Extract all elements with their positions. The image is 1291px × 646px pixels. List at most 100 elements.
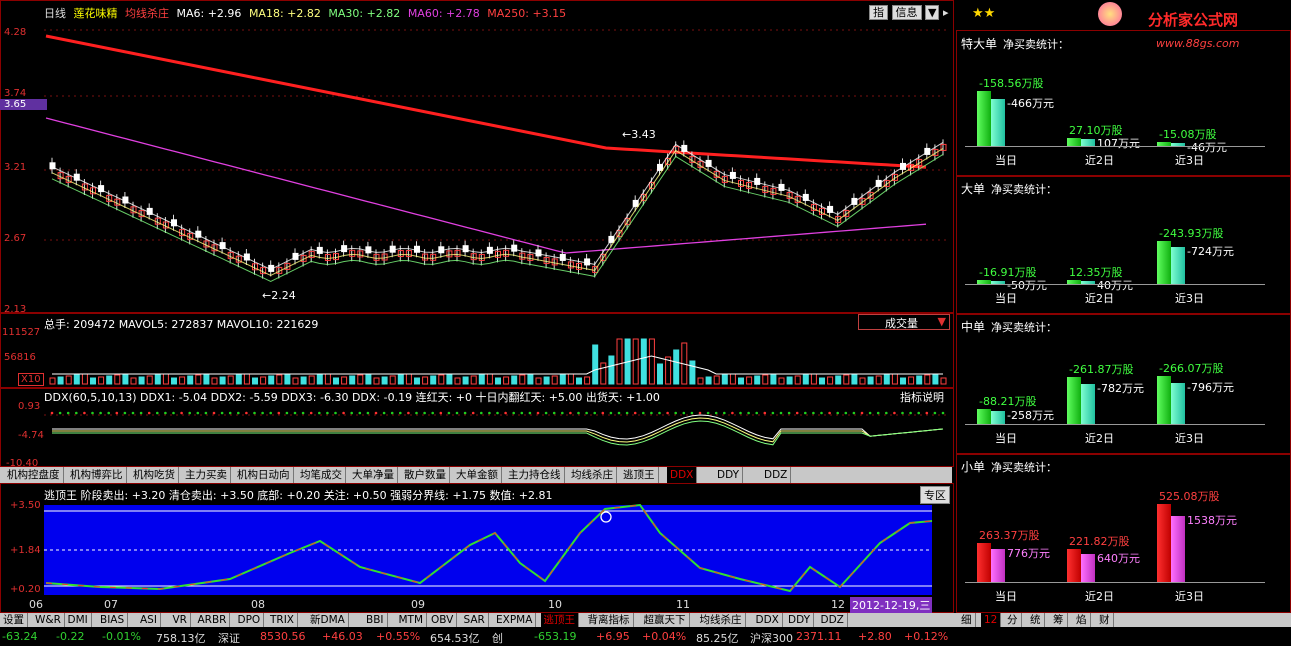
indicator-tab-8[interactable]: 大单金额: [453, 467, 502, 483]
right-tab-0[interactable]: 细: [958, 613, 976, 627]
right-tab-2[interactable]: 分: [1004, 613, 1022, 627]
ddx-dot: [804, 411, 807, 415]
ddx-dot: [58, 411, 62, 415]
ddx-line: [52, 417, 944, 443]
volume-bar: [738, 377, 744, 385]
indicator-tab-5[interactable]: 均笔成交: [297, 467, 346, 483]
candle: [341, 245, 348, 253]
panel-bar-shares: [1157, 504, 1171, 582]
ticker-item-17: +0.12%: [904, 630, 949, 643]
logo-title: 分析家公式网: [1148, 11, 1239, 29]
bottom-tab-18[interactable]: 均线杀庄: [696, 613, 746, 627]
indicator-tab-6[interactable]: 大单净量: [349, 467, 398, 483]
volume-bar: [90, 377, 96, 385]
bottom-tab-12[interactable]: OBV: [428, 613, 458, 627]
indicator-tab-4[interactable]: 机构日动向: [234, 467, 294, 483]
volume-bar: [608, 355, 615, 385]
ddx-dot: [917, 411, 920, 415]
indicator-tab-10[interactable]: 均线杀庄: [568, 467, 617, 483]
bottom-tab-10[interactable]: BBI: [363, 613, 388, 627]
indicator-tab-2[interactable]: 机构吃货: [130, 467, 179, 483]
volume-ytick-unit: X10: [18, 373, 44, 386]
info-button[interactable]: 信息: [891, 5, 922, 20]
ddx-dot: [868, 411, 872, 415]
indicator-tab-0[interactable]: 机构控盘度: [4, 467, 64, 483]
bottom-tab-2[interactable]: DMI: [64, 613, 92, 627]
ddx-dot: [739, 411, 742, 415]
panel-subtitle: 净买卖统计：: [991, 461, 1058, 474]
bottom-tab-20[interactable]: DDY: [785, 613, 815, 627]
bottom-tab-5[interactable]: VR: [169, 613, 191, 627]
ddx-dot: [585, 411, 588, 415]
volume-bar: [867, 376, 874, 385]
volume-bar: [397, 374, 404, 385]
volume-bar: [729, 373, 736, 385]
bottom-tab-1[interactable]: W&R: [32, 613, 65, 627]
right-tab-6[interactable]: 财: [1096, 613, 1114, 627]
ddx-dot: [326, 411, 329, 415]
index-button[interactable]: 指: [869, 5, 888, 20]
ticker-item-15: 2371.11: [796, 630, 842, 643]
bottom-tab-15[interactable]: 逃顶王: [540, 613, 579, 627]
indicator-tab-13[interactable]: DDY: [714, 467, 744, 483]
panel-title: 小单 净买卖统计：: [961, 458, 1057, 475]
volume-bar: [875, 375, 882, 385]
indicator-tab-7[interactable]: 散户数量: [401, 467, 450, 483]
volume-bar: [187, 375, 194, 385]
panel-amount-label: 640万元: [1097, 552, 1140, 566]
bottom-tab-16[interactable]: 背离指标: [584, 613, 634, 627]
bottom-tab-3[interactable]: BIAS: [97, 613, 129, 627]
expand-icon[interactable]: ▸: [943, 6, 949, 19]
ticker-item-4: 深证: [218, 632, 240, 645]
ddx-help-button[interactable]: 指标说明: [900, 389, 944, 405]
volume-bar: [778, 377, 785, 385]
ticker-item-3: 758.13亿: [156, 632, 206, 645]
bottom-tab-14[interactable]: EXPMA: [493, 613, 537, 627]
panel-amount-label: -258万元: [1007, 409, 1054, 423]
panel-shares-label: -243.93万股: [1159, 226, 1224, 240]
panel-3: 小单 净买卖统计： 263.37万股 776万元 当日 221.82万股 640万元 近2日 5…: [956, 453, 1291, 613]
indicator-tab-14[interactable]: DDZ: [761, 467, 792, 483]
volume-dropdown[interactable]: 成交量 ▼: [858, 314, 950, 330]
candle: [511, 244, 518, 252]
panel-baseline: [965, 284, 1265, 285]
volume-bar: [478, 374, 485, 385]
indicator-tab-11[interactable]: 逃顶王: [620, 467, 659, 483]
month-label-06: 06: [29, 598, 43, 611]
bottom-tab-11[interactable]: MTM: [395, 613, 428, 627]
ddx-dot: [755, 411, 758, 415]
bottom-tab-0[interactable]: 设置: [0, 613, 28, 627]
indicator-name: 均线杀庄: [125, 7, 169, 20]
bottom-tab-7[interactable]: DPO: [234, 613, 265, 627]
bottom-tab-9[interactable]: 新DMA: [307, 613, 349, 627]
bottom-tab-4[interactable]: ASI: [137, 613, 161, 627]
indicator-tab-3[interactable]: 主力买卖: [182, 467, 231, 483]
ddx-dot: [447, 411, 451, 415]
right-tab-4[interactable]: 筹: [1050, 613, 1068, 627]
bottom-tab-13[interactable]: SAR: [460, 613, 489, 627]
indicator-tab-12[interactable]: DDX: [667, 467, 698, 483]
bottom-tab-19[interactable]: DDX: [752, 613, 783, 627]
ddx-dot: [196, 411, 200, 415]
kline-header: 日线 莲花味精 均线杀庄 MA6: +2.96 MA18: +2.82 MA30…: [44, 5, 570, 21]
right-tab-1[interactable]: 12: [981, 613, 1002, 627]
ddx-dot: [220, 411, 224, 415]
bottom-tab-6[interactable]: ARBR: [194, 613, 231, 627]
panel-period-label: 近3日: [1175, 292, 1204, 305]
volume-bar: [389, 375, 396, 385]
bottom-tab-17[interactable]: 超赢天下: [640, 613, 690, 627]
ticker-item-6: +46.03: [322, 630, 363, 643]
cursor-date: 2012-12-19,三: [850, 597, 933, 613]
indicator-tab-1[interactable]: 机构博弈比: [67, 467, 127, 483]
volume-header: 总手: 209472 MAVOL5: 272837 MAVOL10: 22162…: [44, 318, 319, 331]
kline-ytick-374: 3.74: [4, 88, 27, 99]
bottom-tab-21[interactable]: DDZ: [817, 613, 848, 627]
right-tab-5[interactable]: 焰: [1073, 613, 1091, 627]
dropdown-icon[interactable]: ▼: [925, 5, 940, 20]
ddx-dot: [674, 411, 677, 415]
volume-bar: [138, 376, 145, 385]
right-tab-3[interactable]: 统: [1027, 613, 1045, 627]
bottom-tab-8[interactable]: TRIX: [267, 613, 298, 627]
indicator-tab-9[interactable]: 主力持仓线: [505, 467, 565, 483]
volume-bar: [551, 375, 558, 385]
